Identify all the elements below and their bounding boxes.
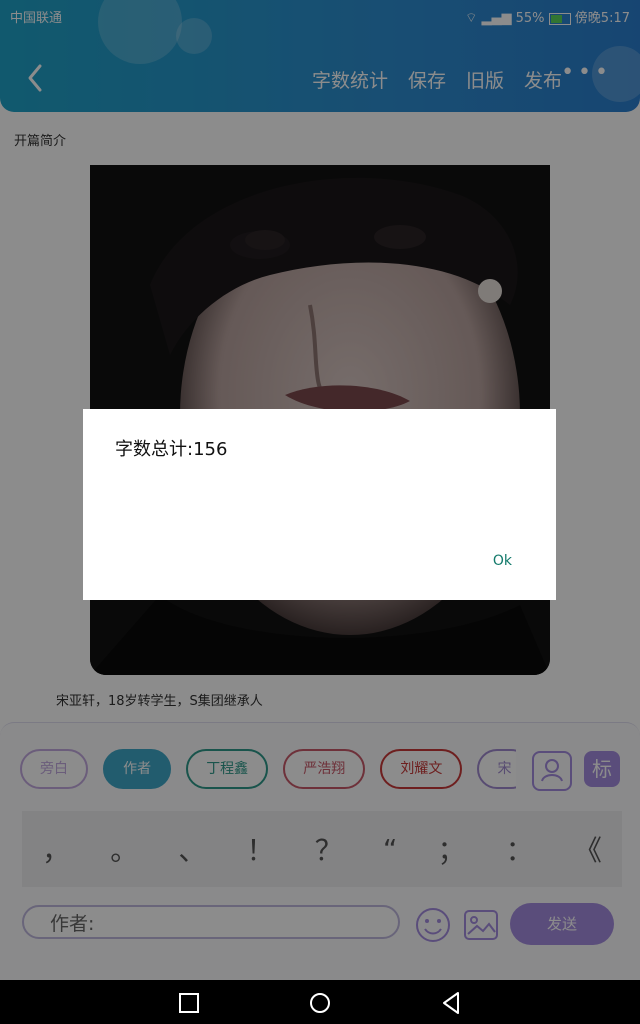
ok-button[interactable]: Ok [493, 553, 512, 569]
word-count-dialog: 字数总计:156 Ok [83, 409, 556, 600]
nav-back-icon[interactable] [440, 991, 462, 1015]
recent-icon[interactable] [178, 992, 200, 1014]
system-nav-bar [0, 980, 640, 1024]
home-icon[interactable] [308, 991, 332, 1015]
dialog-message: 字数总计:156 [115, 439, 228, 460]
